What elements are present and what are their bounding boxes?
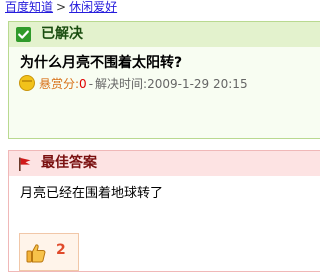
answer-text: 月亮已经在围着地球转了: [20, 186, 164, 201]
reward-label: 悬赏分:: [39, 77, 80, 91]
coin-icon: [19, 75, 35, 91]
status-title: 已解决: [41, 26, 83, 42]
breadcrumb-link-home[interactable]: 百度知道: [5, 0, 53, 14]
question-meta: 悬赏分:0- 解决时间:2009-1-29 20:15: [19, 75, 248, 93]
question-title: 为什么月亮不围着太阳转?: [20, 55, 183, 71]
upvote-button[interactable]: 2: [19, 233, 79, 271]
best-answer-panel: 最佳答案 月亮已经在围着地球转了 2: [8, 150, 320, 272]
check-icon: [16, 27, 31, 42]
best-answer-header: 最佳答案: [9, 151, 320, 176]
resolved-time: 解决时间:2009-1-29 20:15: [95, 77, 248, 91]
flag-icon: [17, 156, 33, 172]
breadcrumb-link-category[interactable]: 休闲爱好: [69, 0, 117, 14]
breadcrumb-separator: >: [56, 0, 67, 14]
best-answer-title: 最佳答案: [41, 155, 97, 171]
breadcrumb: 百度知道 > 休闲爱好: [5, 0, 117, 16]
solved-question-panel: 已解决 为什么月亮不围着太阳转? 悬赏分:0- 解决时间:2009-1-29 20…: [8, 21, 320, 139]
vote-count: 2: [56, 242, 66, 258]
reward-value: 0: [79, 77, 87, 91]
solved-header: 已解决: [9, 22, 320, 47]
thumbs-up-icon: [25, 242, 47, 264]
meta-separator: -: [88, 77, 94, 91]
